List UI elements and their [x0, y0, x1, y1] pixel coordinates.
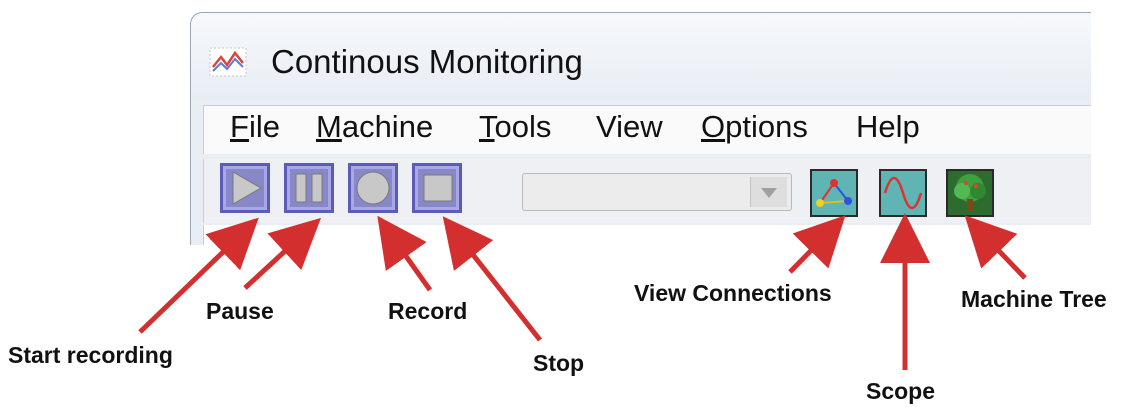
label-machine-tree: Machine Tree	[961, 286, 1107, 312]
arrow-machine-tree	[964, 215, 1027, 280]
label-stop: Stop	[533, 350, 585, 376]
label-pause: Pause	[206, 298, 274, 324]
arrow-pause	[243, 217, 322, 290]
arrow-view-connections	[788, 215, 846, 274]
label-start-recording: Start recording	[8, 342, 173, 368]
label-record: Record	[388, 298, 468, 324]
label-view-connections: View Connections	[634, 280, 832, 306]
label-scope: Scope	[866, 378, 936, 404]
arrow-record	[377, 215, 433, 292]
